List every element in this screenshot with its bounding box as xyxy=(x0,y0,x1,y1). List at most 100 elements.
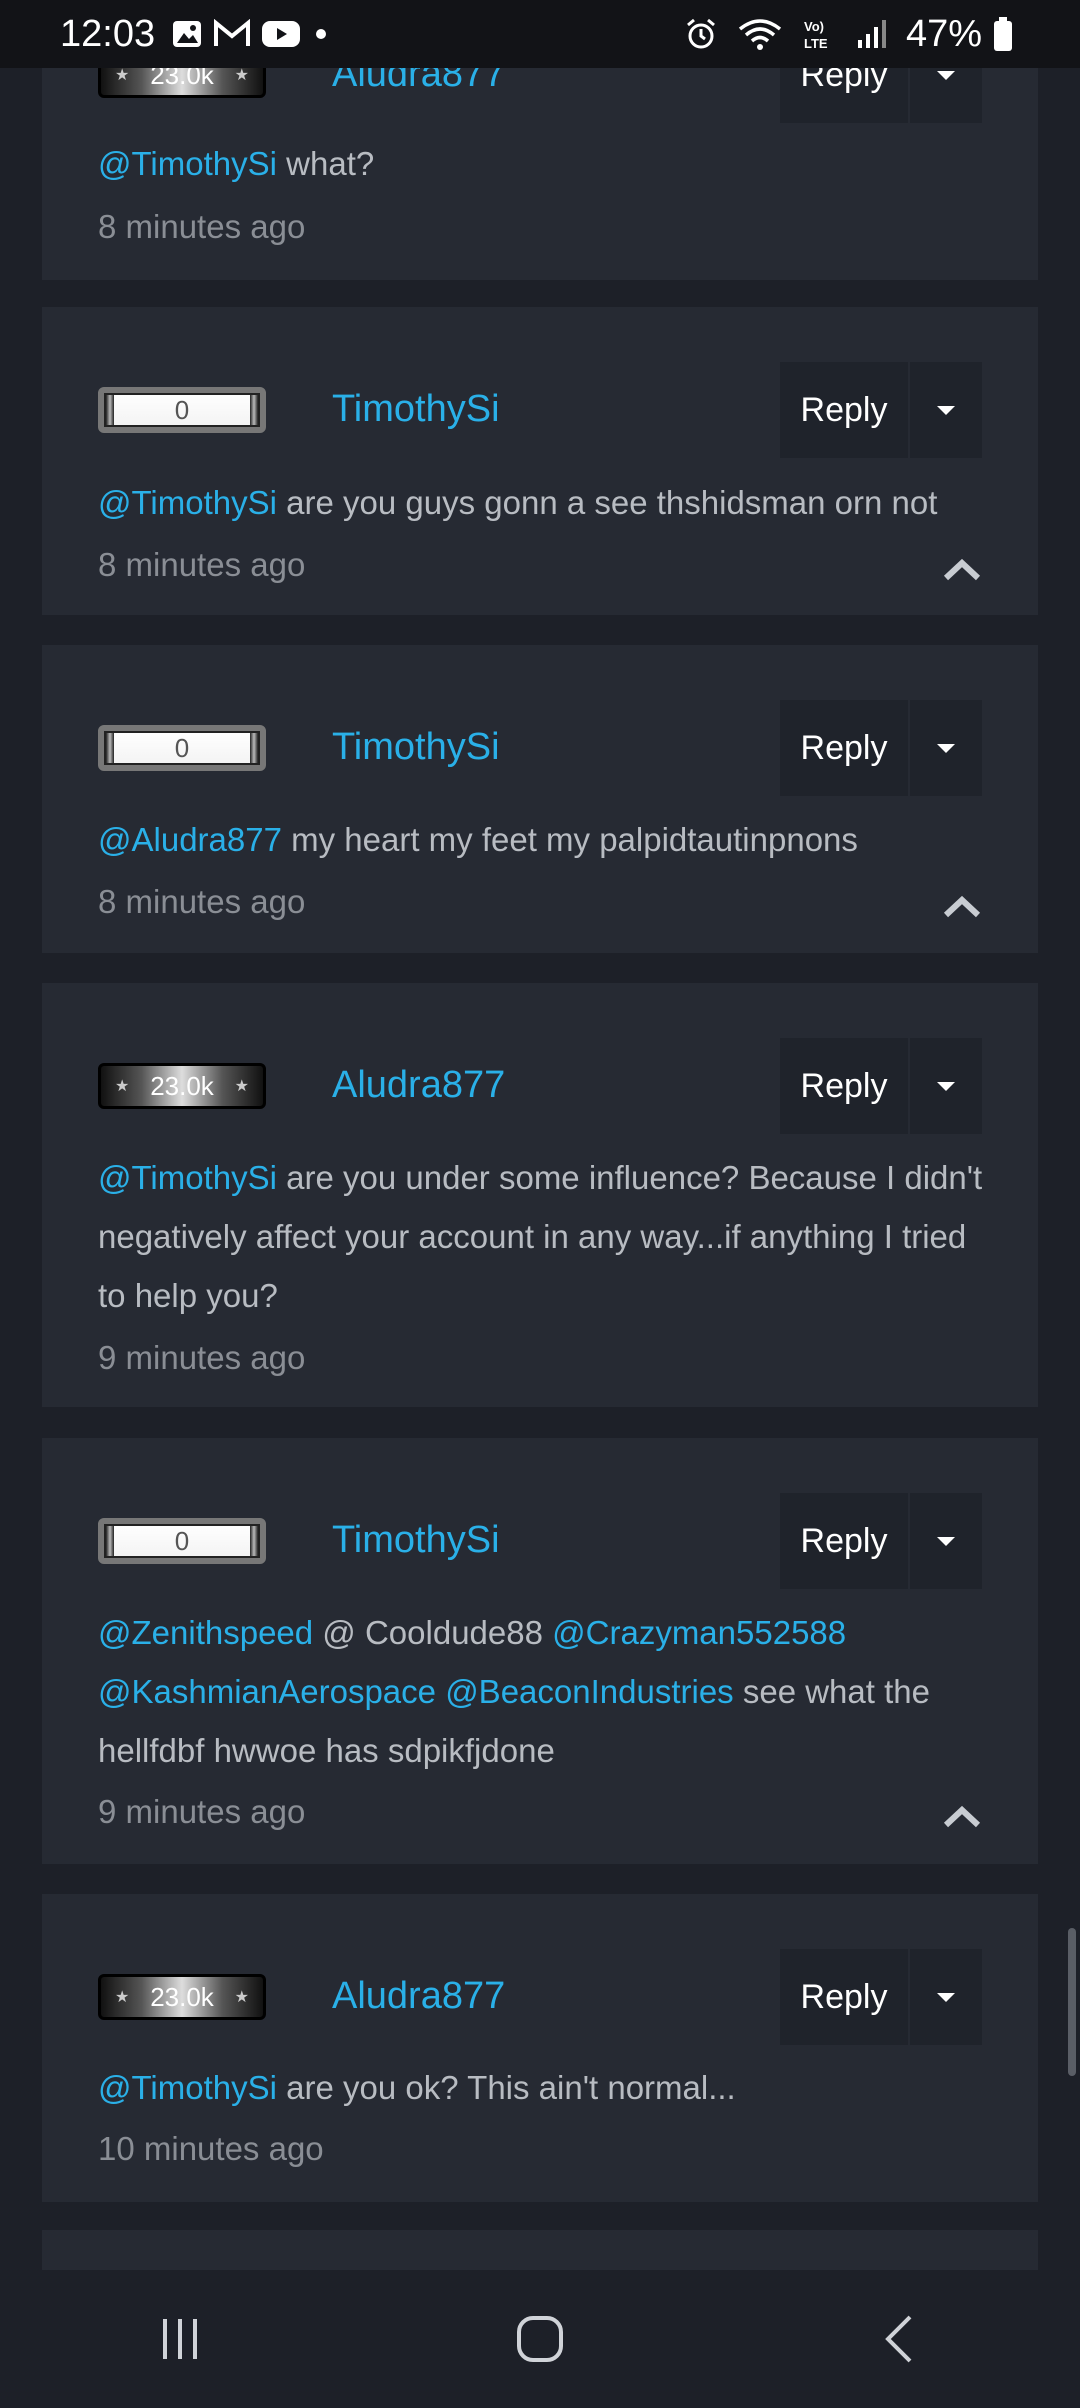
comment-text-part xyxy=(436,1673,445,1710)
comment-text: @TimothySi what? xyxy=(98,134,988,193)
reply-button-group: Reply xyxy=(780,1493,982,1589)
username-link[interactable]: TimothySi xyxy=(332,1519,500,1562)
recents-icon xyxy=(163,2319,197,2359)
reply-button-group: Reply xyxy=(780,1949,982,2045)
comment-text-part: my heart my feet my palpidtautinpnons xyxy=(281,821,858,858)
caret-down-icon xyxy=(937,743,955,753)
svg-text:LTE: LTE xyxy=(804,36,828,51)
comment-text-part: are you guys gonn a see thshidsman orn n… xyxy=(276,484,938,521)
reply-button-group: Reply xyxy=(780,362,982,458)
system-nav-bar xyxy=(0,2270,1080,2408)
youtube-icon xyxy=(261,19,301,49)
username-link[interactable]: Aludra877 xyxy=(332,1975,505,2018)
battery-percent: 47% xyxy=(905,12,982,55)
reputation-value: 23.0k xyxy=(150,1070,214,1101)
star-icon: ★ xyxy=(115,1989,130,2006)
username-link[interactable]: TimothySi xyxy=(332,388,500,431)
star-icon: ★ xyxy=(234,1078,249,1095)
comment-text-part: are you ok? This ain't normal... xyxy=(276,2069,736,2106)
mention-link[interactable]: @Crazyman552588 xyxy=(552,1614,846,1651)
reputation-value: 0 xyxy=(174,394,190,425)
reputation-badge: ★ 23.0k ★ xyxy=(98,1063,266,1109)
gmail-icon xyxy=(213,19,251,49)
signal-icon xyxy=(856,18,886,50)
reply-button[interactable]: Reply xyxy=(780,362,908,458)
caret-down-icon xyxy=(937,1081,955,1091)
reply-button[interactable]: Reply xyxy=(780,1493,908,1589)
back-button[interactable] xyxy=(840,2299,960,2379)
comment-timestamp: 9 minutes ago xyxy=(98,1339,306,1376)
comment-text: @TimothySi are you ok? This ain't normal… xyxy=(98,2058,988,2117)
scrollbar[interactable] xyxy=(1068,1928,1076,2076)
reply-dropdown-button[interactable] xyxy=(910,700,982,796)
reply-dropdown-button[interactable] xyxy=(910,1493,982,1589)
reputation-value: 23.0k xyxy=(150,1981,214,2012)
mention-link[interactable]: @BeaconIndustries xyxy=(445,1673,734,1710)
comment-text: @Aludra877 my heart my feet my palpidtau… xyxy=(98,810,988,869)
collapse-chevron-icon[interactable] xyxy=(942,895,982,919)
volte-icon: Vo) LTE xyxy=(802,17,836,51)
comment-timestamp: 8 minutes ago xyxy=(98,208,306,245)
reply-button-group: Reply xyxy=(780,1038,982,1134)
mention-link[interactable]: @Aludra877 xyxy=(98,821,282,858)
comment-text-part: @ Cooldude88 xyxy=(313,1614,553,1651)
caret-down-icon xyxy=(937,70,955,80)
reply-button[interactable]: Reply xyxy=(780,1038,908,1134)
reply-button-group: Reply xyxy=(780,700,982,796)
caret-down-icon xyxy=(937,405,955,415)
collapse-chevron-icon[interactable] xyxy=(942,558,982,582)
dot-icon xyxy=(311,19,331,49)
comment-timestamp: 8 minutes ago xyxy=(98,883,306,920)
mention-link[interactable]: @TimothySi xyxy=(98,145,277,182)
mention-link[interactable]: @TimothySi xyxy=(98,2069,277,2106)
caret-down-icon xyxy=(937,1992,955,2002)
reputation-value: 0 xyxy=(174,732,190,763)
collapse-chevron-icon[interactable] xyxy=(942,1805,982,1829)
comment-card: 0 TimothySi Reply @Zenithspeed @ Cooldud… xyxy=(42,1438,1038,1864)
reputation-badge: ★ 23.0k ★ xyxy=(98,1974,266,2020)
home-button[interactable] xyxy=(480,2299,600,2379)
svg-text:Vo): Vo) xyxy=(804,19,824,34)
status-time: 12:03 xyxy=(60,12,156,55)
reply-dropdown-button[interactable] xyxy=(910,1038,982,1134)
comment-text: @Zenithspeed @ Cooldude88 @Crazyman55258… xyxy=(98,1603,988,1780)
reputation-badge: 0 xyxy=(98,387,266,433)
comment-timestamp: 8 minutes ago xyxy=(98,546,306,583)
username-link[interactable]: TimothySi xyxy=(332,726,500,769)
mention-link[interactable]: @KashmianAerospace xyxy=(98,1673,436,1710)
partial-comment-card xyxy=(42,2230,1038,2270)
reply-dropdown-button[interactable] xyxy=(910,362,982,458)
username-link[interactable]: Aludra877 xyxy=(332,1064,505,1107)
reputation-value: 0 xyxy=(174,1525,190,1556)
mention-link[interactable]: @TimothySi xyxy=(98,484,277,521)
comment-card: ★ 23.0k ★ Aludra877 Reply @TimothySi are y… xyxy=(42,1894,1038,2202)
image-icon xyxy=(171,19,203,49)
mention-link[interactable]: @Zenithspeed xyxy=(98,1614,313,1651)
comment-text-part: what? xyxy=(276,145,375,182)
battery-icon xyxy=(992,16,1014,52)
comment-text: @TimothySi are you under some influence?… xyxy=(98,1148,988,1325)
back-icon xyxy=(885,2315,912,2363)
wifi-icon xyxy=(738,17,782,51)
comment-card: 0 TimothySi Reply @TimothySi are you guy… xyxy=(42,307,1038,615)
reply-dropdown-button[interactable] xyxy=(910,1949,982,2045)
star-icon: ★ xyxy=(115,67,130,84)
recents-button[interactable] xyxy=(120,2299,240,2379)
reply-button[interactable]: Reply xyxy=(780,1949,908,2045)
comment-card: 0 TimothySi Reply @Aludra877 my heart my… xyxy=(42,645,1038,953)
star-icon: ★ xyxy=(115,1078,130,1095)
reputation-badge: 0 xyxy=(98,725,266,771)
star-icon: ★ xyxy=(234,67,249,84)
home-icon xyxy=(517,2316,563,2362)
reputation-badge: 0 xyxy=(98,1518,266,1564)
comment-text: @TimothySi are you guys gonn a see thshi… xyxy=(98,473,988,532)
reply-button[interactable]: Reply xyxy=(780,700,908,796)
alarm-icon xyxy=(684,17,718,51)
comment-card: ★ 23.0k ★ Aludra877 Reply @TimothySi are y… xyxy=(42,983,1038,1407)
status-bar: 12:03 Vo) LTE 47% xyxy=(0,0,1080,68)
mention-link[interactable]: @TimothySi xyxy=(98,1159,277,1196)
comment-timestamp: 10 minutes ago xyxy=(98,2130,324,2167)
star-icon: ★ xyxy=(234,1989,249,2006)
comment-timestamp: 9 minutes ago xyxy=(98,1793,306,1830)
caret-down-icon xyxy=(937,1536,955,1546)
